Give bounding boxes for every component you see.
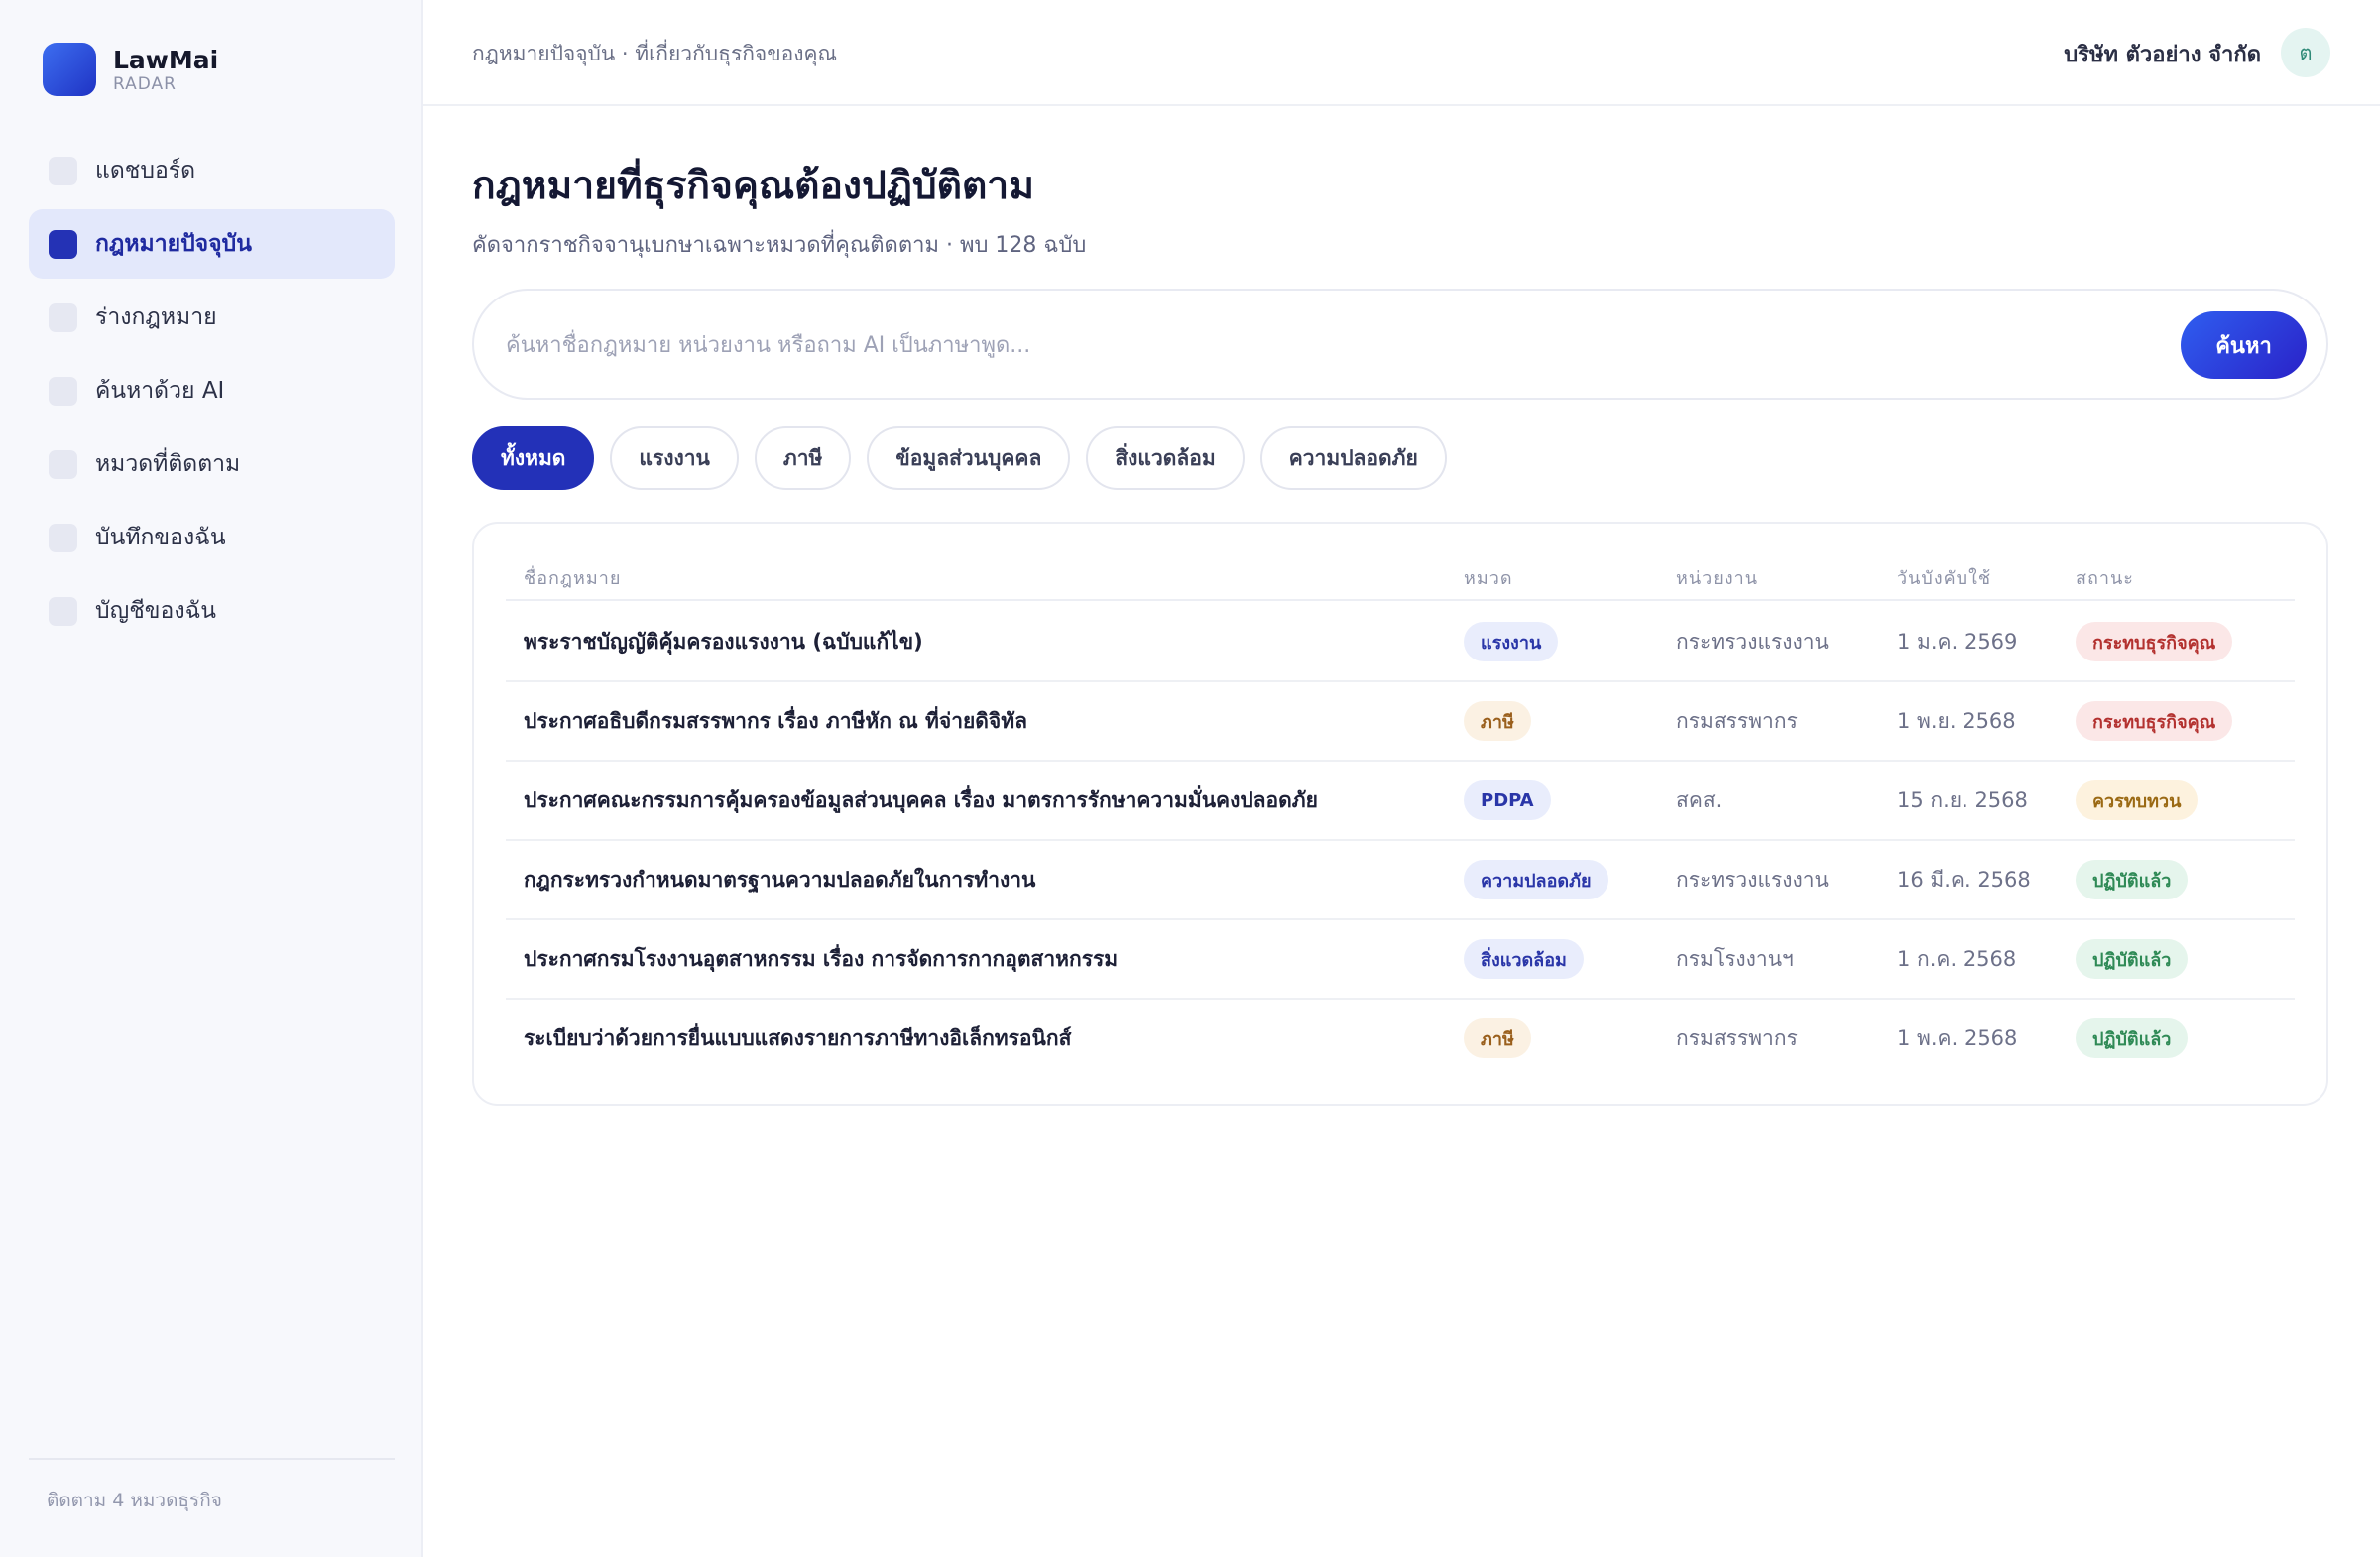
agency: สคส. (1676, 787, 1723, 812)
sidebar-item-label: แดชบอร์ด (95, 158, 196, 183)
top-bar: กฎหมายปัจจุบัน · ที่เกี่ยวกับธุรกิจของคุ… (423, 0, 2380, 106)
sidebar-item-label: ค้นหาด้วย AI (95, 378, 225, 404)
law-name[interactable]: ประกาศคณะกรรมการคุ้มครองข้อมูลส่วนบุคคล … (524, 762, 1318, 839)
filter-chip-environment[interactable]: สิ่งแวดล้อม (1086, 426, 1245, 490)
status-badge: ปฏิบัติแล้ว (2076, 860, 2189, 899)
draft-laws-icon (49, 302, 77, 332)
sidebar-item-current-laws[interactable]: กฎหมายปัจจุบัน (29, 209, 395, 279)
agency: กระทรวงแรงงาน (1676, 629, 1829, 654)
table-row[interactable]: ประกาศคณะกรรมการคุ้มครองข้อมูลส่วนบุคคล … (506, 762, 2295, 841)
effective-date: 1 พ.ย. 2568 (1897, 708, 2016, 733)
filter-chip-tax[interactable]: ภาษี (754, 426, 852, 490)
filter-chip-labor[interactable]: แรงงาน (610, 426, 739, 490)
table-row[interactable]: ประกาศกรมโรงงานอุตสาหกรรม เรื่อง การจัดก… (506, 920, 2295, 1000)
sidebar-item-ai-search[interactable]: ค้นหาด้วย AI (29, 356, 395, 425)
law-name[interactable]: กฎกระทรวงกำหนดมาตรฐานความปลอดภัยในการทำง… (524, 841, 1035, 918)
sidebar-item-label: บันทึกของฉัน (95, 525, 226, 550)
effective-date: 1 ก.ค. 2568 (1897, 946, 2017, 971)
search-input[interactable] (506, 320, 1993, 370)
page-subtitle: คัดจากราชกิจจานุเบกษาเฉพาะหมวดที่คุณติดต… (472, 233, 1087, 258)
filter-chip-personal-data[interactable]: ข้อมูลส่วนบุคคล (867, 426, 1071, 490)
law-name[interactable]: พระราชบัญญัติคุ้มครองแรงงาน (ฉบับแก้ไข) (524, 603, 923, 680)
status-badge: ควรทบทวน (2076, 780, 2199, 820)
app-name: LawMai (113, 46, 219, 74)
sidebar-item-my-notes[interactable]: บันทึกของฉัน (29, 503, 395, 572)
breadcrumb: กฎหมายปัจจุบัน · ที่เกี่ยวกับธุรกิจของคุ… (472, 42, 837, 65)
filter-chips: ทั้งหมด แรงงาน ภาษี ข้อมูลส่วนบุคคล สิ่ง… (472, 426, 1463, 490)
category-badge: PDPA (1464, 780, 1551, 820)
sidebar-item-label: กฎหมายปัจจุบัน (95, 231, 252, 257)
page-title: กฎหมายที่ธุรกิจคุณต้องปฏิบัติตาม (472, 164, 1034, 208)
sidebar-item-dashboard[interactable]: แดชบอร์ด (29, 136, 395, 205)
law-name[interactable]: ประกาศอธิบดีกรมสรรพากร เรื่อง ภาษีหัก ณ … (524, 682, 1027, 760)
table-header: ชื่อกฎหมาย หมวด หน่วยงาน วันบังคับใช้ สถ… (506, 549, 2295, 601)
filter-chip-safety[interactable]: ความปลอดภัย (1259, 426, 1447, 490)
category-badge: ภาษี (1464, 1018, 1531, 1058)
status-badge: ปฏิบัติแล้ว (2076, 939, 2189, 979)
laws-table: ชื่อกฎหมาย หมวด หน่วยงาน วันบังคับใช้ สถ… (472, 522, 2328, 1106)
table-body: พระราชบัญญัติคุ้มครองแรงงาน (ฉบับแก้ไข) … (506, 603, 2295, 1079)
status-badge: ปฏิบัติแล้ว (2076, 1018, 2189, 1058)
table-row[interactable]: ประกาศอธิบดีกรมสรรพากร เรื่อง ภาษีหัก ณ … (506, 682, 2295, 762)
table-row[interactable]: พระราชบัญญัติคุ้มครองแรงงาน (ฉบับแก้ไข) … (506, 603, 2295, 682)
column-header-effective-date[interactable]: วันบังคับใช้ (1897, 563, 1991, 592)
filter-chip-all[interactable]: ทั้งหมด (472, 426, 595, 490)
category-badge: ความปลอดภัย (1464, 860, 1608, 899)
sidebar-item-label: ร่างกฎหมาย (95, 304, 217, 330)
logo-icon (43, 43, 96, 96)
sidebar-footer: ติดตาม 4 หมวดธุรกิจ (29, 1458, 395, 1515)
agency: กรมโรงงานฯ (1676, 946, 1794, 971)
sidebar-nav: แดชบอร์ด กฎหมายปัจจุบัน ร่างกฎหมาย ค้นหา… (29, 136, 395, 650)
column-header-category[interactable]: หมวด (1464, 563, 1513, 592)
search-bar: ค้นหา (472, 289, 2328, 400)
account-icon (49, 596, 77, 626)
app-subtitle: RADAR (113, 74, 177, 94)
table-row[interactable]: กฎกระทรวงกำหนดมาตรฐานความปลอดภัยในการทำง… (506, 841, 2295, 920)
sidebar: LawMai RADAR แดชบอร์ด กฎหมายปัจจุบัน ร่า… (0, 0, 423, 1557)
effective-date: 15 ก.ย. 2568 (1897, 787, 2028, 812)
category-badge: สิ่งแวดล้อม (1464, 939, 1584, 979)
category-badge: แรงงาน (1464, 622, 1559, 661)
status-badge: กระทบธุรกิจคุณ (2076, 701, 2233, 741)
ai-search-icon (49, 376, 77, 406)
law-name[interactable]: ประกาศกรมโรงงานอุตสาหกรรม เรื่อง การจัดก… (524, 920, 1118, 998)
effective-date: 1 ม.ค. 2569 (1897, 629, 2018, 654)
agency: กรมสรรพากร (1676, 1025, 1798, 1050)
company-name[interactable]: บริษัท ตัวอย่าง จำกัด (2064, 37, 2261, 71)
sidebar-item-label: บัญชีของฉัน (95, 598, 216, 624)
column-header-status[interactable]: สถานะ (2076, 563, 2134, 592)
effective-date: 16 มี.ค. 2568 (1897, 867, 2031, 892)
sidebar-item-label: หมวดที่ติดตาม (95, 451, 241, 477)
law-name[interactable]: ระเบียบว่าด้วยการยื่นแบบแสดงรายการภาษีทา… (524, 1000, 1071, 1077)
sidebar-item-followed-categories[interactable]: หมวดที่ติดตาม (29, 429, 395, 499)
category-badge: ภาษี (1464, 701, 1531, 741)
sidebar-item-my-account[interactable]: บัญชีของฉัน (29, 576, 395, 646)
column-header-agency[interactable]: หน่วยงาน (1676, 563, 1758, 592)
current-laws-icon (49, 229, 77, 259)
followed-categories-icon (49, 449, 77, 479)
status-badge: กระทบธุรกิจคุณ (2076, 622, 2233, 661)
avatar[interactable]: ต (2281, 28, 2330, 77)
table-row[interactable]: ระเบียบว่าด้วยการยื่นแบบแสดงรายการภาษีทา… (506, 1000, 2295, 1079)
agency: กรมสรรพากร (1676, 708, 1798, 733)
notes-icon (49, 523, 77, 552)
dashboard-icon (49, 156, 77, 185)
sidebar-item-draft-laws[interactable]: ร่างกฎหมาย (29, 283, 395, 352)
app-logo[interactable]: LawMai RADAR (43, 43, 218, 96)
effective-date: 1 พ.ค. 2568 (1897, 1025, 2018, 1050)
agency: กระทรวงแรงงาน (1676, 867, 1829, 892)
column-header-name[interactable]: ชื่อกฎหมาย (524, 563, 621, 592)
search-button[interactable]: ค้นหา (2181, 311, 2307, 379)
